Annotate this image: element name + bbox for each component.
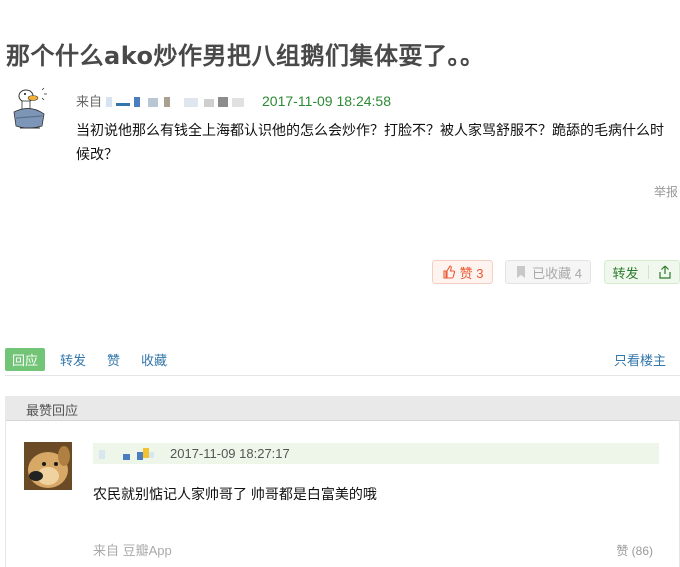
like-button-label: 赞 3 (459, 265, 484, 281)
thumb-up-icon (443, 265, 455, 279)
comment-text: 农民就别惦记人家帅哥了 帅哥都是白富美的哦 (93, 486, 377, 502)
repost-link[interactable]: 转发 (60, 350, 86, 369)
like-button[interactable]: 赞 3 (432, 260, 493, 284)
commenter-name-pixelated[interactable] (97, 446, 157, 461)
favorite-button-label: 已收藏 4 (532, 265, 582, 281)
post-content: 当初说他那么有钱全上海都认识他的怎么会炒作？打脸不？被人家骂舒服不？跪舔的毛病什… (76, 122, 664, 162)
hot-replies-title: 最赞回应 (26, 403, 79, 418)
author-name-pixelated[interactable] (104, 95, 254, 107)
section-divider (5, 375, 680, 376)
report-link[interactable]: 举报 (654, 183, 678, 200)
post-time: 2017-11-09 18:24:58 (262, 92, 391, 109)
share-icon (658, 265, 671, 279)
post-title: 那个什么ako炒作男把八组鹅们集体耍了。。 (6, 42, 485, 70)
post-from-label: 来自 (76, 94, 103, 109)
favorite-link[interactable]: 收藏 (141, 350, 167, 369)
comment-vote-link[interactable]: 赞 (86) (616, 542, 653, 559)
post-actions-bar: 回应 转发 赞 收藏 只看楼主 (5, 346, 680, 371)
only-owner-link[interactable]: 只看楼主 (614, 350, 666, 369)
reply-tab[interactable]: 回应 (5, 348, 46, 371)
favorite-button[interactable]: 已收藏 4 (505, 260, 591, 284)
comment-time: 2017-11-09 18:27:17 (170, 446, 290, 461)
share-divider (647, 265, 649, 279)
share-button[interactable]: 转发 (604, 260, 680, 284)
share-button-label: 转发 (612, 265, 639, 281)
bookmark-icon (517, 266, 526, 278)
author-avatar[interactable] (6, 84, 54, 132)
hot-replies-header: 最赞回应 (5, 396, 680, 421)
comment-meta: 2017-11-09 18:27:17 (93, 443, 659, 464)
comment-source: 来自 豆瓣App (93, 543, 172, 558)
like-link[interactable]: 赞 (107, 350, 120, 369)
post-meta: 来自 2017-11-09 18:24:58 (76, 91, 391, 110)
commenter-avatar[interactable] (24, 442, 72, 490)
